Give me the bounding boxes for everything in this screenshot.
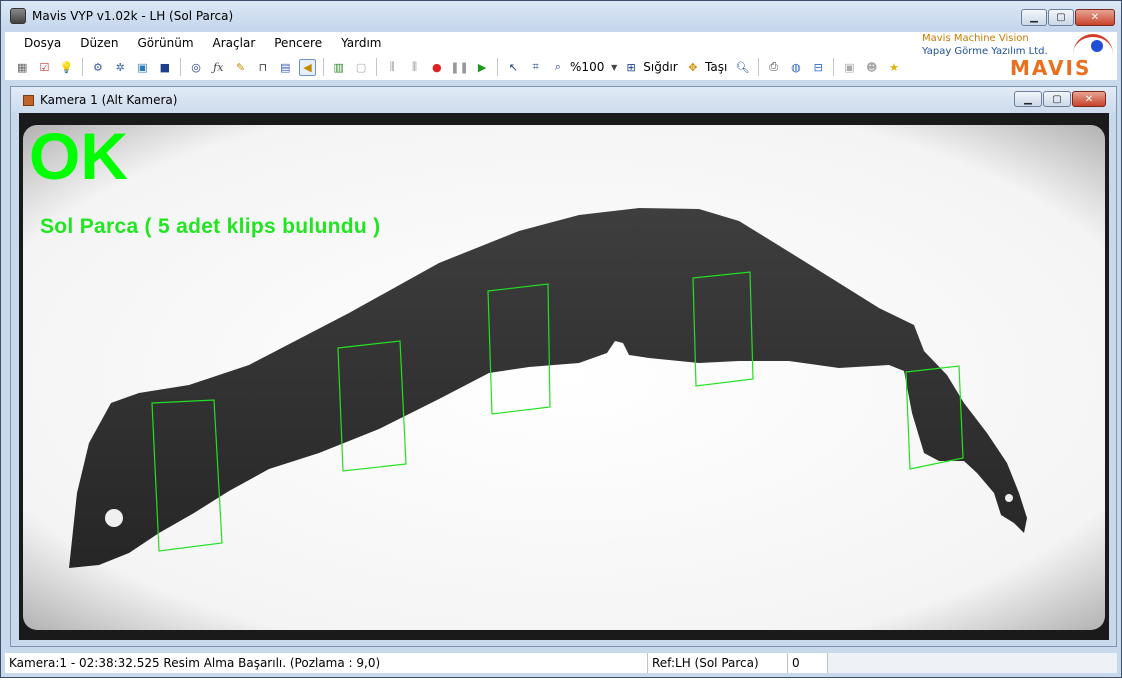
print-icon[interactable]: ⎙ [766, 59, 782, 76]
search-icon[interactable]: 🔍︎ [734, 59, 750, 76]
move-icon[interactable]: ✥ [685, 59, 701, 76]
image-icon[interactable]: ▣ [134, 59, 150, 76]
book-icon[interactable]: ▥ [331, 59, 347, 76]
zoom-select[interactable]: %100 [570, 60, 604, 74]
inspection-result-message: Sol Parca ( 5 adet klips bulundu ) [40, 215, 381, 238]
minimize-button[interactable]: ▁ [1021, 9, 1047, 26]
camera-window-title: Kamera 1 (Alt Kamera) [40, 93, 178, 107]
pause-icon[interactable]: ❚❚ [450, 59, 468, 76]
status-resize-grip[interactable] [828, 653, 1117, 673]
app-icon[interactable] [10, 8, 26, 24]
main-window: Mavis VYP v1.02k - LH (Sol Parca) ▁ ▢ ✕ … [0, 0, 1122, 678]
gear-icon[interactable]: ⚙ [90, 59, 106, 76]
toolbar: ▦ ☑ 💡 ⚙ ✲ ▣ ■ ◎ ƒx ✎ ⊓ ▤ ◀ ▥ ▢ ⫼ ⫼ ● ❚❚ … [5, 54, 905, 80]
crop-icon[interactable]: ⌗ [527, 59, 543, 76]
window-title: Mavis VYP v1.02k - LH (Sol Parca) [32, 9, 234, 23]
toolbar-separator [179, 58, 181, 76]
part-hole-right [1005, 494, 1013, 502]
chevron-down-icon[interactable]: ▼ [610, 59, 618, 76]
menu-duzen[interactable]: Düzen [80, 36, 118, 50]
menu-gorunum[interactable]: Görünüm [137, 36, 193, 50]
pointer-icon[interactable]: ↖ [505, 59, 521, 76]
align-center-icon[interactable]: ⫼ [406, 59, 422, 76]
brush-icon[interactable]: ✎ [232, 59, 248, 76]
close-button[interactable]: ✕ [1075, 9, 1115, 26]
speaker-icon[interactable]: ◀ [299, 58, 316, 76]
camera-window-icon[interactable] [23, 94, 34, 106]
blank-doc-icon[interactable]: ▢ [353, 59, 369, 76]
inspection-status: OK [29, 119, 128, 193]
title-bar[interactable]: Mavis VYP v1.02k - LH (Sol Parca) ▁ ▢ ✕ [1, 1, 1121, 31]
toolbar-separator [376, 58, 378, 76]
camera-minimize-button[interactable]: ▁ [1014, 91, 1042, 107]
users-icon[interactable]: ☻ [864, 59, 880, 76]
camera-window: Kamera 1 (Alt Kamera) ▁ ▢ ✕ OK Sol Parca… [10, 86, 1117, 647]
brand-dot-icon [1091, 40, 1103, 52]
part-hole-left [105, 509, 123, 527]
bulb-icon[interactable]: 💡 [59, 59, 75, 76]
brand-tagline: Mavis Machine Vision [922, 33, 1029, 44]
zoom-region-icon[interactable]: ◎ [188, 59, 204, 76]
menu-araclar[interactable]: Araçlar [213, 36, 256, 50]
toolbar-separator [833, 58, 835, 76]
picture-dropdown-icon[interactable]: ▣ [841, 59, 857, 76]
brand-wordmark: MAVIS [1010, 56, 1092, 80]
fit-icon[interactable]: ⊞ [623, 59, 639, 76]
align-left-icon[interactable]: ⫼ [384, 59, 400, 76]
camera-close-button[interactable]: ✕ [1072, 91, 1106, 107]
camera-window-titlebar[interactable]: Kamera 1 (Alt Kamera) ▁ ▢ ✕ [11, 87, 1116, 113]
toolbar-separator [757, 58, 759, 76]
record-icon[interactable]: ● [429, 59, 445, 76]
menu-yardim[interactable]: Yardım [341, 36, 381, 50]
network-icon[interactable]: ⊟ [810, 59, 826, 76]
camera-image [19, 113, 1109, 640]
save-icon[interactable]: ■ [157, 59, 173, 76]
grid-icon[interactable]: ▦ [14, 59, 30, 76]
gears-icon[interactable]: ✲ [112, 59, 128, 76]
camera-image-viewport[interactable]: OK Sol Parca ( 5 adet klips bulundu ) [19, 113, 1109, 640]
status-reference: Ref:LH (Sol Parca) [648, 653, 788, 673]
status-camera-info: Kamera:1 - 02:38:32.525 Resim Alma Başar… [5, 653, 648, 673]
play-icon[interactable]: ▶ [474, 59, 490, 76]
globe-icon[interactable]: ◍ [788, 59, 804, 76]
checklist-icon[interactable]: ☑ [36, 59, 52, 76]
zoom-page-icon[interactable]: ⌕ [550, 59, 566, 76]
toolbar-separator [81, 58, 83, 76]
toolbar-separator [497, 58, 499, 76]
caliper-icon[interactable]: ⊓ [255, 59, 271, 76]
status-bar: Kamera:1 - 02:38:32.525 Resim Alma Başar… [5, 653, 1117, 673]
fit-button[interactable]: Sığdır [643, 60, 677, 74]
calculator-icon[interactable]: ▤ [277, 59, 293, 76]
function-icon[interactable]: ƒx [210, 59, 226, 76]
move-button[interactable]: Taşı [705, 60, 727, 74]
brand-logo: Mavis Machine Vision Yapay Görme Yazılım… [905, 32, 1117, 80]
camera-maximize-button[interactable]: ▢ [1043, 91, 1071, 107]
toolbar-separator [322, 58, 324, 76]
menu-dosya[interactable]: Dosya [24, 36, 61, 50]
status-count: 0 [788, 653, 828, 673]
menu-pencere[interactable]: Pencere [274, 36, 322, 50]
star-icon[interactable]: ★ [886, 59, 902, 76]
maximize-button[interactable]: ▢ [1048, 9, 1074, 26]
